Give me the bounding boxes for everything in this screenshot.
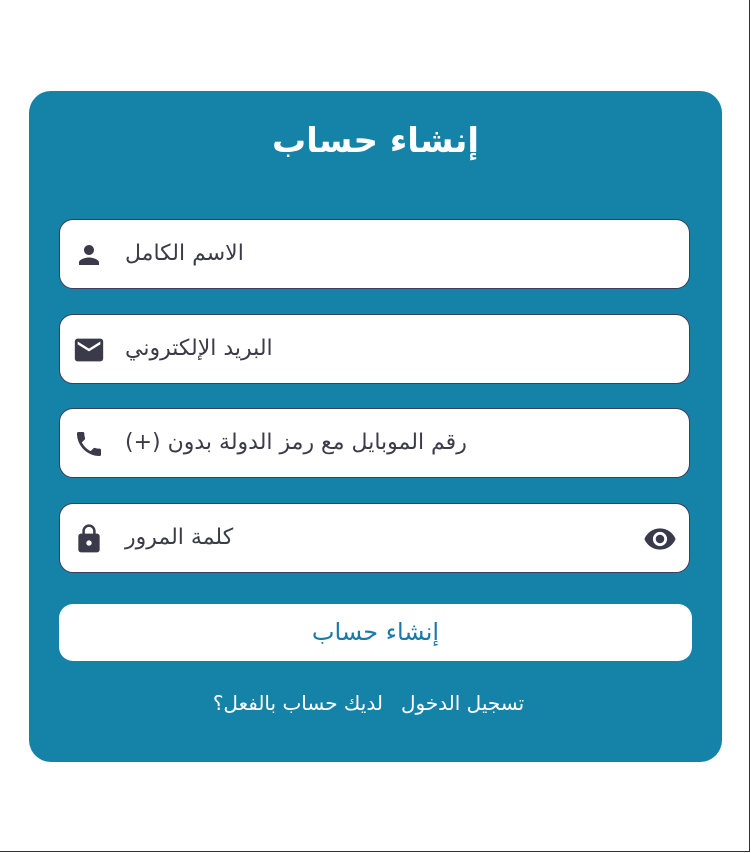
phone-icon — [72, 427, 106, 461]
login-prompt: تسجيل الدخول لديك حساب بالفعل؟ — [29, 691, 722, 715]
eye-icon[interactable] — [643, 522, 677, 556]
login-link[interactable]: تسجيل الدخول — [401, 691, 524, 715]
lock-icon — [72, 522, 106, 556]
email-placeholder: البريد الإلكتروني — [125, 336, 273, 361]
phone-field[interactable]: رقم الموبايل مع رمز الدولة بدون (+) — [59, 408, 690, 478]
full-name-placeholder: الاسم الكامل — [125, 241, 244, 266]
signup-card: إنشاء حساب الاسم الكامل البريد الإلكترون… — [29, 91, 722, 762]
create-account-button[interactable]: إنشاء حساب — [59, 604, 692, 661]
already-have-account-text: لديك حساب بالفعل؟ — [212, 691, 383, 715]
full-name-field[interactable]: الاسم الكامل — [59, 219, 690, 289]
phone-placeholder: رقم الموبايل مع رمز الدولة بدون (+) — [125, 430, 467, 455]
page: إنشاء حساب الاسم الكامل البريد الإلكترون… — [0, 0, 750, 852]
email-field[interactable]: البريد الإلكتروني — [59, 314, 690, 384]
mail-icon — [72, 333, 106, 367]
person-icon — [72, 238, 106, 272]
form-title: إنشاء حساب — [271, 121, 480, 161]
password-placeholder: كلمة المرور — [125, 525, 234, 550]
password-field[interactable]: كلمة المرور — [59, 503, 690, 573]
